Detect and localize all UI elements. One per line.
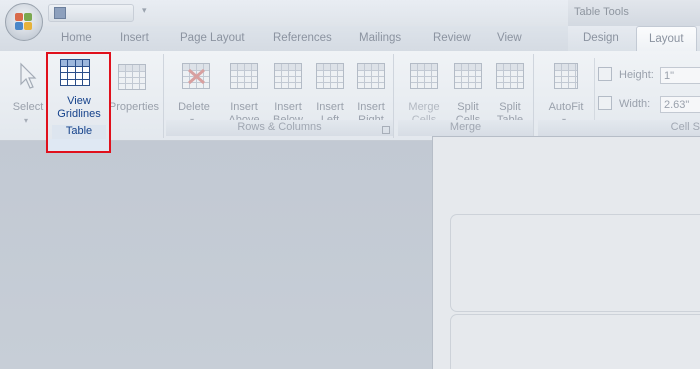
split-cells-button[interactable]: Split Cells xyxy=(446,60,490,126)
office-logo-icon xyxy=(15,13,33,31)
merge-cells-button[interactable]: Merge Cells xyxy=(402,60,446,126)
insert-above-icon xyxy=(230,63,258,89)
insert-below-button[interactable]: Insert Below xyxy=(266,60,310,126)
tab-home[interactable]: Home xyxy=(61,32,92,44)
merge-group: Merge Cells Split Cells Split Table Merg… xyxy=(398,54,534,138)
table-tools-header: Table Tools xyxy=(568,0,700,26)
cursor-arrow-icon xyxy=(20,62,37,89)
split-table-icon xyxy=(496,63,524,89)
quick-access-toolbar xyxy=(48,4,134,22)
tab-layout[interactable]: Layout xyxy=(636,26,697,52)
split-cells-icon xyxy=(454,63,482,89)
tab-view[interactable]: View xyxy=(497,32,522,44)
autofit-icon xyxy=(554,63,578,89)
save-icon[interactable] xyxy=(54,7,66,19)
insert-left-icon xyxy=(316,63,344,89)
rows-columns-group-label: Rows & Columns xyxy=(166,120,393,136)
view-gridlines-label: View Gridlines xyxy=(57,95,101,120)
tab-page-layout[interactable]: Page Layout xyxy=(180,32,245,44)
insert-below-icon xyxy=(274,63,302,89)
width-icon xyxy=(598,96,612,110)
select-dropdown-icon: ▾ xyxy=(24,116,29,125)
cell-size-group: AutoFit ▾ Height: 1" Width: 2.63" Cell S xyxy=(538,54,700,138)
width-input[interactable]: 2.63" xyxy=(660,96,700,113)
view-gridlines-icon xyxy=(60,59,90,86)
rows-columns-dialog-launcher-icon[interactable] xyxy=(382,126,390,134)
qat-customize-icon[interactable]: ▾ xyxy=(142,5,152,17)
autofit-button[interactable]: AutoFit ▾ xyxy=(542,60,590,125)
delete-button[interactable]: Delete ▾ xyxy=(172,60,216,125)
height-input[interactable]: 1" xyxy=(660,67,700,84)
table-cell-1[interactable] xyxy=(450,214,700,312)
cell-size-group-label: Cell S xyxy=(538,120,700,136)
ribbon-tabs: Home Insert Page Layout References Maili… xyxy=(0,26,700,52)
split-table-button[interactable]: Split Table xyxy=(488,60,532,126)
office-button[interactable] xyxy=(5,3,43,41)
table-cell-2[interactable] xyxy=(450,314,700,369)
insert-left-button[interactable]: Insert Left xyxy=(308,60,352,126)
insert-above-button[interactable]: Insert Above xyxy=(222,60,266,126)
tab-design[interactable]: Design xyxy=(583,32,619,44)
tab-mailings[interactable]: Mailings xyxy=(359,32,401,44)
insert-right-icon xyxy=(357,63,385,89)
tab-insert[interactable]: Insert xyxy=(120,32,149,44)
insert-right-button[interactable]: Insert Right xyxy=(349,60,393,126)
merge-group-label: Merge xyxy=(398,120,533,136)
table-properties-icon xyxy=(118,64,146,90)
view-gridlines-button[interactable]: View Gridlines xyxy=(52,55,106,123)
tab-references[interactable]: References xyxy=(273,32,332,44)
table-tools-title: Table Tools xyxy=(574,6,629,18)
height-icon xyxy=(598,67,612,81)
select-button[interactable]: Select ▾ xyxy=(10,60,46,125)
tab-review[interactable]: Review xyxy=(433,32,471,44)
title-bar: ▾ Table Tools xyxy=(0,0,700,26)
delete-x-icon xyxy=(188,68,205,85)
properties-button[interactable]: Properties xyxy=(106,60,162,122)
rows-columns-group: Delete ▾ Insert Above Insert Below Inser… xyxy=(166,54,394,138)
cell-size-divider xyxy=(594,58,595,120)
merge-cells-icon xyxy=(410,63,438,89)
table-group-label: Table xyxy=(52,125,106,139)
